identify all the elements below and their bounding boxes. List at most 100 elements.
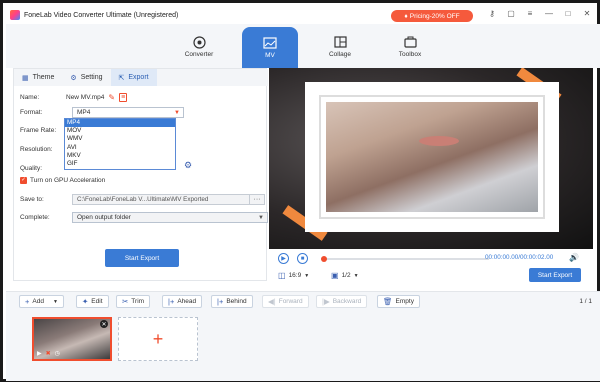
playback-progress-bar[interactable]: [321, 256, 489, 262]
behind-label: Behind: [226, 298, 247, 305]
key-icon[interactable]: ⚷: [487, 9, 497, 18]
app-logo: [10, 10, 20, 20]
play-icon[interactable]: ▶: [37, 350, 42, 357]
name-value: New MV.mp4: [66, 94, 105, 101]
format-option[interactable]: MKV: [65, 152, 175, 160]
trim-label: Trim: [131, 298, 145, 305]
volume-icon[interactable]: 🔊: [569, 253, 579, 262]
play-icon[interactable]: ▶: [278, 253, 289, 264]
toolbox-icon: [403, 36, 417, 48]
maximize-icon[interactable]: □: [563, 9, 573, 18]
save-to-row: Save to: C:\FoneLab\FoneLab V...Ultimate…: [20, 194, 282, 205]
format-label: Format:: [20, 109, 43, 116]
start-export-preview-button[interactable]: Start Export: [529, 268, 581, 282]
start-export-button[interactable]: Start Export: [105, 249, 179, 267]
progress-handle[interactable]: [321, 256, 327, 262]
aspect-ratio-select[interactable]: ◫ 16:9 ▼: [278, 271, 309, 280]
tab-converter[interactable]: Converter: [171, 27, 227, 67]
clip-controls: ▶ ✖ ◷: [37, 350, 60, 357]
name-label: Name:: [20, 94, 40, 101]
subtab-bar: ▦ Theme ⚙ Setting ⇱ Export: [14, 69, 268, 86]
close-icon[interactable]: ✕: [100, 320, 108, 328]
tab-collage[interactable]: Collage: [312, 27, 368, 67]
top-navigation: Converter MV Collage Toolbox: [6, 24, 600, 68]
tab-export-label: Export: [128, 74, 149, 81]
tab-theme-label: Theme: [32, 74, 55, 81]
close-icon[interactable]: ✕: [582, 9, 592, 18]
complete-label: Complete:: [20, 214, 50, 221]
gpu-acceleration-label: Turn on GPU Acceleration: [30, 177, 106, 184]
complete-row: Complete: Open output folder ▼: [20, 212, 268, 223]
export-icon: ⇱: [118, 74, 125, 82]
format-option[interactable]: GIF: [65, 160, 175, 168]
empty-button[interactable]: 🗑 Empty: [377, 295, 420, 308]
add-button[interactable]: + Add ▼: [19, 295, 64, 308]
chevron-down-icon: ▼: [304, 272, 310, 279]
chevron-down-icon: ▼: [258, 215, 264, 221]
save-to-label: Save to:: [20, 196, 44, 203]
ahead-button[interactable]: |+ Ahead: [162, 295, 203, 308]
save-path-field[interactable]: C:\FoneLab\FoneLab V...Ultimate\MV Expor…: [72, 194, 250, 205]
promo-label: Pricing-20% OFF: [409, 12, 460, 20]
tab-collage-label: Collage: [328, 51, 352, 58]
stop-icon[interactable]: ■: [297, 253, 308, 264]
aspect-ratio-icon: ◫: [278, 271, 286, 280]
screen-page-select[interactable]: ▣ 1/2 ▼: [331, 271, 359, 280]
timecode: 00:00:00.00/00:00:02.00: [485, 254, 554, 261]
format-option[interactable]: WMV: [65, 135, 175, 143]
tag-icon: ♦: [404, 12, 408, 20]
tab-converter-label: Converter: [184, 51, 214, 58]
plus-icon: +: [25, 297, 30, 306]
clock-icon[interactable]: ◷: [55, 350, 60, 357]
tab-setting[interactable]: ⚙ Setting: [62, 69, 110, 86]
pricing-promo-button[interactable]: ♦ Pricing-20% OFF: [391, 10, 473, 22]
format-row: Format: MP4 ▼: [20, 107, 184, 118]
menu-icon[interactable]: ≡: [525, 9, 535, 18]
edit-button[interactable]: ✦ Edit: [76, 295, 109, 308]
format-option[interactable]: MP4: [65, 119, 175, 128]
tab-toolbox[interactable]: Toolbox: [382, 27, 438, 67]
forward-button[interactable]: ◀| Forward: [262, 295, 309, 308]
format-option[interactable]: MOV: [65, 127, 175, 135]
tab-mv-label: MV: [265, 51, 275, 59]
forward-icon: ◀|: [268, 297, 276, 306]
edit-label: Edit: [91, 298, 103, 305]
video-preview: [269, 68, 593, 249]
rename-template-icon[interactable]: ≡: [119, 93, 128, 102]
preview-photo: [326, 102, 538, 212]
behind-button[interactable]: |+ Behind: [211, 295, 253, 308]
empty-label: Empty: [395, 298, 414, 305]
tab-mv[interactable]: MV: [242, 27, 298, 68]
window-controls: ⚷ ▢ ≡ — □ ✕: [487, 9, 592, 18]
tab-setting-label: Setting: [80, 74, 103, 81]
timeline-clip[interactable]: ✕ ▶ ✖ ◷: [32, 317, 112, 361]
converter-icon: [192, 35, 206, 49]
minimize-icon[interactable]: —: [544, 9, 554, 18]
edit-name-icon[interactable]: ✎: [108, 93, 115, 102]
save-path-value: C:\FoneLab\FoneLab V...Ultimate\MV Expor…: [77, 196, 209, 203]
tab-theme[interactable]: ▦ Theme: [14, 69, 62, 86]
format-select[interactable]: MP4 ▼: [72, 107, 184, 118]
gpu-acceleration-checkbox[interactable]: ✓: [20, 177, 27, 184]
complete-value: Open output folder: [77, 214, 131, 221]
backward-button[interactable]: |▶ Backward: [316, 295, 368, 308]
chevron-down-icon: ▼: [174, 110, 180, 116]
edit-icon: ✦: [82, 297, 89, 306]
chevron-down-icon: ▼: [353, 272, 359, 279]
audio-muted-icon[interactable]: ✖: [46, 350, 51, 357]
format-dropdown-list: MP4 MOV WMV AVI MKV GIF: [64, 118, 176, 170]
add-clip-slot[interactable]: +: [118, 317, 198, 361]
tab-export[interactable]: ⇱ Export: [110, 69, 157, 86]
page-count: 1 / 1: [579, 298, 592, 305]
complete-action-select[interactable]: Open output folder ▼: [72, 212, 268, 223]
quality-settings-gear-icon[interactable]: ⚙: [184, 160, 192, 171]
mv-icon: [263, 36, 277, 49]
add-label: Add: [32, 298, 44, 305]
browse-button[interactable]: ···: [249, 194, 265, 205]
clip-timeline: ✕ ▶ ✖ ◷ +: [6, 311, 600, 381]
format-option[interactable]: AVI: [65, 144, 175, 152]
trim-button[interactable]: ✂ Trim: [116, 295, 151, 308]
gpu-acceleration-row: ✓ Turn on GPU Acceleration: [20, 177, 105, 184]
feedback-icon[interactable]: ▢: [506, 9, 516, 18]
clip-toolbar: + Add ▼ ✦ Edit ✂ Trim |+ Ahead |+ Behind…: [6, 291, 600, 311]
